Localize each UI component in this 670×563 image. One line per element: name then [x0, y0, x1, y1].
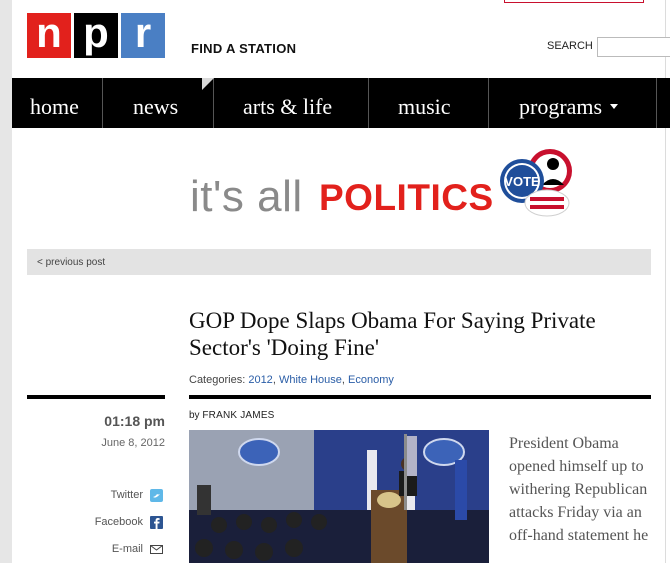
article-body: President Obama opened himself up to wit… — [509, 435, 649, 544]
article-byline: by FRANK JAMES — [189, 410, 275, 421]
nav-divider — [368, 78, 369, 128]
vote-badge-text: VOTE — [504, 174, 540, 189]
nav-divider — [102, 78, 103, 128]
banner-politics: POLITICS — [319, 177, 494, 218]
nav-item-home[interactable]: home — [30, 78, 79, 128]
post-date: June 8, 2012 — [101, 437, 165, 449]
article-rule — [189, 395, 651, 399]
article-headline: GOP Dope Slaps Obama For Saying Private … — [189, 308, 596, 360]
top-ad-frame — [504, 0, 644, 3]
pager-bar: < previous post — [27, 249, 651, 275]
sidebar-rule — [27, 395, 165, 399]
article-photo[interactable] — [189, 430, 489, 563]
nav-item-programs-label: programs — [519, 94, 603, 119]
category-link-economy[interactable]: Economy — [348, 374, 394, 386]
share-facebook-label: Facebook — [94, 516, 143, 528]
previous-post-link[interactable]: < previous post — [37, 257, 105, 268]
vote-badge-icon: VOTE — [500, 149, 572, 217]
logo-letter-r: r — [121, 12, 165, 58]
left-margin — [0, 0, 12, 563]
share-facebook[interactable]: Facebook — [27, 516, 165, 530]
article-categories: Categories: 2012, White House, Economy — [189, 374, 394, 386]
chevron-down-icon — [610, 104, 619, 110]
email-icon — [150, 545, 163, 554]
category-link-2012[interactable]: 2012 — [248, 374, 272, 386]
search-input[interactable] — [597, 37, 670, 57]
nav-item-music[interactable]: music — [398, 78, 451, 128]
search-label: SEARCH — [547, 40, 593, 52]
logo-letter-p: p — [74, 12, 118, 58]
find-a-station-link[interactable]: FIND A STATION — [191, 41, 296, 56]
post-time: 01:18 pm — [104, 413, 165, 429]
nav-item-arts-life[interactable]: arts & life — [243, 78, 332, 128]
share-email-label: E-mail — [111, 543, 143, 555]
logo-letter-n: n — [27, 12, 71, 58]
nav-divider — [656, 78, 657, 128]
npr-logo[interactable]: n p r — [27, 12, 165, 58]
byline-prefix: by — [189, 410, 200, 421]
nav-item-programs[interactable]: programs — [519, 78, 619, 128]
share-twitter-label: Twitter — [110, 489, 143, 501]
nav-item-news[interactable]: news — [133, 78, 178, 128]
nav-divider — [488, 78, 489, 128]
share-email[interactable]: E-mail — [27, 543, 165, 557]
main-nav: home news arts & life music programs — [12, 78, 670, 128]
share-twitter[interactable]: Twitter — [27, 489, 165, 503]
author-link[interactable]: FRANK JAMES — [202, 410, 274, 421]
facebook-icon — [150, 516, 163, 529]
categories-label: Categories: — [189, 374, 246, 386]
banner-its-all: it's all — [190, 172, 303, 221]
twitter-icon — [150, 489, 163, 502]
page-fold-corner — [202, 78, 214, 90]
category-link-white-house[interactable]: White House — [279, 374, 342, 386]
